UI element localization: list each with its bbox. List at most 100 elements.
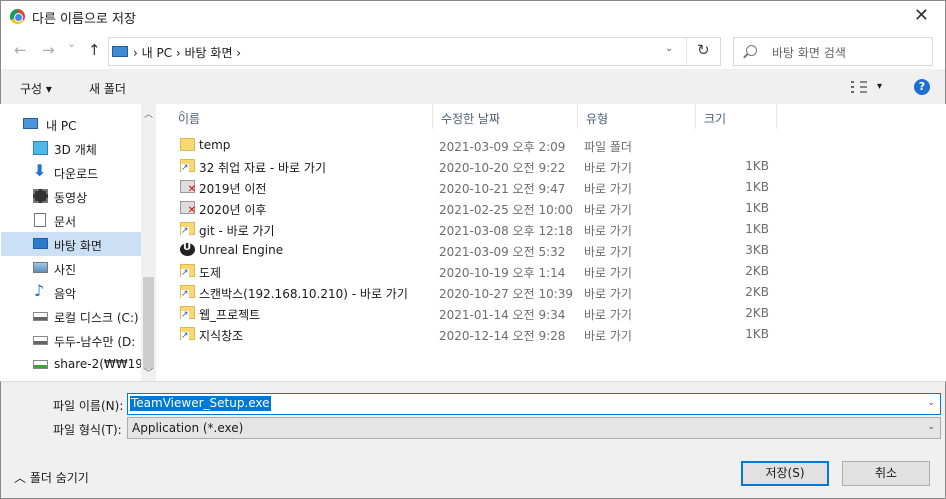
help-icon[interactable]: ? [914, 79, 930, 95]
file-date: 2021-02-25 오전 10:00 [439, 203, 574, 217]
file-type: 바로 가기 [584, 224, 632, 238]
refresh-icon[interactable]: ↻ [697, 41, 710, 59]
filename-label: 파일 이름(N): [53, 399, 124, 413]
redx-icon [180, 201, 196, 216]
save-options-panel: 파일 이름(N): TeamViewer_Setup.exe ⌄ 파일 형식(T… [0, 381, 946, 499]
sidebar-item-drive-d[interactable]: 두두-남수만 (D: [1, 328, 141, 352]
address-bar[interactable]: › 내 PC › 바탕 화면 › ⌄ ↻ [108, 37, 721, 66]
back-arrow-icon[interactable]: ← [14, 41, 27, 59]
file-size: 2KB [745, 285, 769, 299]
column-label: 수정한 날짜 [441, 112, 501, 126]
file-date: 2020-10-21 오전 9:47 [439, 182, 566, 196]
sidebar-item-documents[interactable]: 문서 [1, 208, 141, 232]
details-view-icon[interactable] [851, 81, 867, 93]
column-header-size[interactable]: 크기 [696, 104, 777, 129]
table-row[interactable]: git - 바로 가기 2021-03-08 오후 12:18 바로 가기 1KB [158, 219, 945, 240]
column-label: 이름 [178, 112, 201, 126]
file-name: git - 바로 가기 [199, 224, 275, 238]
navigation-pane: 내 PC 3D 개체 ⬇ 다운로드 동영상 문서 바탕 화면 사진 ♪ 음악 로… [1, 104, 156, 381]
file-size: 2KB [745, 264, 769, 278]
filetype-label: 파일 형식(T): [53, 423, 122, 437]
table-row[interactable]: temp 2021-03-09 오후 2:09 파일 폴더 [158, 135, 945, 156]
scroll-thumb[interactable] [143, 277, 154, 369]
redx-icon [180, 180, 196, 195]
title-bar: 다른 이름으로 저장 ✕ [0, 0, 946, 31]
file-type: 바로 가기 [584, 266, 632, 280]
sidebar-item-network-share[interactable]: share-2(₩₩192. [1, 352, 154, 376]
sidebar-item-label: 내 PC [46, 119, 77, 133]
sidebar-item-label: 로컬 디스크 (C:) [54, 311, 139, 325]
file-size: 2KB [745, 306, 769, 320]
scroll-up-icon[interactable]: ︿ [144, 107, 153, 120]
table-row[interactable]: 도제 2020-10-19 오후 1:14 바로 가기 2KB [158, 261, 945, 282]
sidebar-item-local-disk-c[interactable]: 로컬 디스크 (C:) [1, 304, 141, 328]
address-path[interactable]: › 내 PC › 바탕 화면 › [133, 44, 241, 61]
folder-icon [180, 138, 195, 151]
filename-field[interactable]: TeamViewer_Setup.exe ⌄ [127, 393, 941, 415]
table-row[interactable]: 2019년 이전 2020-10-21 오전 9:47 바로 가기 1KB [158, 177, 945, 198]
sidebar-item-desktop[interactable]: 바탕 화면 [1, 232, 141, 256]
shortcut-icon [180, 285, 195, 299]
cancel-button[interactable]: 취소 [842, 461, 930, 486]
recent-locations-chevron-icon[interactable]: ⌄ [67, 37, 76, 50]
file-date: 2020-10-20 오전 9:22 [439, 161, 566, 175]
sidebar-item-pictures[interactable]: 사진 [1, 256, 141, 280]
sidebar-item-3d-objects[interactable]: 3D 개체 [1, 136, 141, 160]
file-list: ^ 이름 수정한 날짜 유형 크기 temp 2021-03-09 오후 2:09… [158, 104, 945, 381]
file-size: 1KB [745, 180, 769, 194]
table-row[interactable]: 지식창조 2020-12-14 오전 9:28 바로 가기 1KB [158, 324, 945, 345]
table-row[interactable]: 웹_프로젝트 2021-01-14 오전 9:34 바로 가기 2KB [158, 303, 945, 324]
shortcut-icon [180, 159, 195, 173]
sidebar-item-this-pc[interactable]: 내 PC [1, 112, 141, 136]
table-row[interactable]: Unreal Engine 2021-03-09 오전 5:32 바로 가기 3KB [158, 240, 945, 261]
up-arrow-icon[interactable]: ↑ [88, 41, 101, 59]
hide-folders-button[interactable]: ︿ 폴더 숨기기 [14, 469, 89, 486]
sidebar-item-downloads[interactable]: ⬇ 다운로드 [1, 160, 141, 184]
new-folder-button[interactable]: 새 폴더 [89, 80, 126, 97]
column-label: 유형 [586, 112, 609, 126]
forward-arrow-icon[interactable]: → [42, 41, 55, 59]
chevron-down-icon[interactable]: ⌄ [927, 422, 935, 432]
sidebar-item-label: 바탕 화면 [54, 239, 102, 253]
ue-icon [180, 242, 195, 256]
search-box[interactable]: 바탕 화면 검색 [733, 37, 933, 66]
file-type: 바로 가기 [584, 308, 632, 322]
column-header-name[interactable]: ^ 이름 [170, 104, 433, 129]
file-size: 1KB [745, 327, 769, 341]
chevron-down-icon[interactable]: ⌄ [927, 398, 935, 408]
file-type: 바로 가기 [584, 287, 632, 301]
organize-button[interactable]: 구성 ▾ [20, 80, 52, 97]
drive-icon [33, 312, 48, 321]
column-label: 크기 [704, 112, 727, 126]
file-size: 1KB [745, 201, 769, 215]
address-history-chevron-icon[interactable]: ⌄ [665, 43, 673, 54]
column-header-type[interactable]: 유형 [578, 104, 696, 129]
cube-icon [33, 141, 48, 155]
file-size: 1KB [745, 159, 769, 173]
sidebar-item-videos[interactable]: 동영상 [1, 184, 141, 208]
file-name: 2019년 이전 [199, 182, 267, 196]
sidebar-item-label: share-2(₩₩192. [54, 357, 155, 371]
table-row[interactable]: 32 취업 자료 - 바로 가기 2020-10-20 오전 9:22 바로 가기 1… [158, 156, 945, 177]
network-drive-icon [33, 360, 48, 369]
document-icon [34, 213, 46, 227]
file-size: 3KB [745, 243, 769, 257]
table-row[interactable]: 2020년 이후 2021-02-25 오전 10:00 바로 가기 1KB [158, 198, 945, 219]
column-header-date[interactable]: 수정한 날짜 [433, 104, 578, 129]
filename-value[interactable]: TeamViewer_Setup.exe [130, 396, 271, 411]
shortcut-icon [180, 222, 195, 236]
filetype-select[interactable]: Application (*.exe) ⌄ [127, 417, 941, 439]
sidebar-item-label: 동영상 [54, 191, 88, 205]
sidebar-item-music[interactable]: ♪ 음악 [1, 280, 141, 304]
search-input[interactable]: 바탕 화면 검색 [772, 44, 846, 61]
file-type: 바로 가기 [584, 203, 632, 217]
download-arrow-icon: ⬇ [33, 161, 47, 180]
table-row[interactable]: 스캔박스(192.168.10.210) - 바로 가기 2020-10-27 오… [158, 282, 945, 303]
save-button[interactable]: 저장(S) [741, 461, 829, 486]
sidebar-scrollbar[interactable]: ︿ ﹀ [141, 104, 156, 381]
scroll-down-icon[interactable]: ﹀ [144, 366, 153, 379]
file-name: 지식창조 [199, 329, 244, 343]
file-size: 1KB [745, 222, 769, 236]
close-button[interactable]: ✕ [914, 5, 929, 26]
view-options-dropdown[interactable]: ▾ [877, 81, 882, 92]
